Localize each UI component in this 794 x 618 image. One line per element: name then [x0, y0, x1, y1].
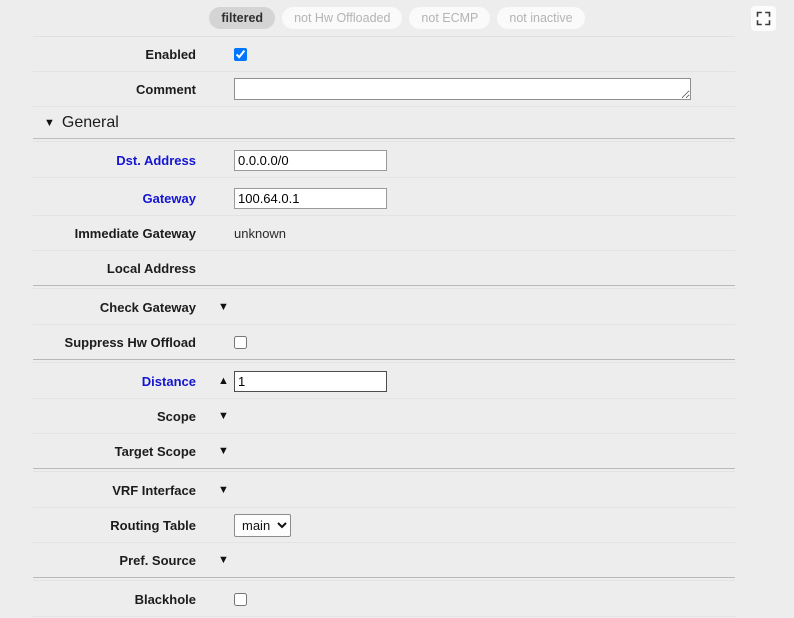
label-dst-address[interactable]: Dst. Address — [33, 153, 196, 168]
row-comment: Comment — [33, 72, 735, 107]
filter-chip-bar: filtered not Hw Offloaded not ECMP not i… — [0, 0, 794, 36]
suppress-hw-offload-checkbox[interactable] — [234, 335, 247, 349]
label-pref-source: Pref. Source — [119, 552, 196, 568]
label-comment: Comment — [136, 81, 196, 97]
row-scope: Scope ▼ — [33, 399, 735, 434]
dst-address-input[interactable] — [234, 149, 387, 171]
row-dst-address: Dst. Address — [33, 143, 735, 178]
control-immediate-gateway: unknown — [234, 220, 286, 246]
label-scope: Scope — [156, 408, 196, 424]
properties-form: Enabled Comment ▼ General Dst. Address 0… — [33, 36, 735, 617]
label-distance[interactable]: Distance — [33, 374, 196, 389]
immediate-gateway-value: unknown — [234, 225, 287, 241]
chevron-up-icon-distance[interactable]: ▲ — [218, 375, 229, 387]
control-distance — [234, 368, 387, 394]
label-vrf-interface: VRF Interface — [112, 482, 196, 498]
row-target-scope: Target Scope ▼ — [33, 434, 735, 472]
filter-chip-filtered[interactable]: filtered — [209, 7, 276, 29]
control-comment — [234, 76, 691, 102]
label-target-scope: Target Scope — [114, 443, 196, 459]
row-distance: Distance ▲ — [33, 364, 735, 399]
control-gateway — [234, 185, 387, 211]
route-properties-panel: filtered not Hw Offloaded not ECMP not i… — [0, 0, 794, 618]
row-pref-source: Pref. Source ▼ — [33, 543, 735, 581]
row-routing-table: Routing Table main — [33, 508, 735, 543]
chevron-down-icon-check-gateway[interactable]: ▼ — [218, 301, 229, 313]
label-blackhole: Blackhole — [134, 591, 196, 607]
row-check-gateway: Check Gateway ▼ — [33, 290, 735, 325]
row-vrf-interface: VRF Interface ▼ — [33, 473, 735, 508]
routing-table-select[interactable]: main — [234, 513, 291, 537]
control-dst-address — [234, 147, 387, 173]
label-gateway[interactable]: Gateway — [33, 191, 196, 206]
enabled-checkbox[interactable] — [234, 47, 247, 61]
control-blackhole — [234, 586, 247, 612]
control-routing-table: main — [234, 512, 291, 538]
row-blackhole: Blackhole — [33, 582, 735, 617]
blackhole-checkbox[interactable] — [234, 592, 247, 606]
label-routing-table: Routing Table — [110, 517, 196, 533]
filter-chip-not-hw-offloaded[interactable]: not Hw Offloaded — [282, 7, 403, 29]
row-suppress-hw-offload: Suppress Hw Offload — [33, 325, 735, 363]
control-suppress-hw-offload — [234, 329, 247, 355]
chevron-down-icon[interactable]: ▼ — [44, 117, 55, 129]
label-enabled: Enabled — [145, 46, 196, 62]
row-local-address: Local Address — [33, 251, 735, 289]
comment-textarea[interactable] — [234, 78, 691, 100]
section-header-general[interactable]: ▼ General — [33, 107, 735, 142]
filter-chip-not-ecmp[interactable]: not ECMP — [409, 7, 491, 29]
label-check-gateway: Check Gateway — [99, 299, 196, 315]
distance-input[interactable] — [234, 370, 387, 392]
chevron-down-icon-vrf-interface[interactable]: ▼ — [218, 484, 229, 496]
chevron-down-icon-pref-source[interactable]: ▼ — [218, 554, 229, 566]
chevron-down-icon-target-scope[interactable]: ▼ — [218, 445, 229, 457]
gateway-input[interactable] — [234, 187, 387, 209]
row-enabled: Enabled — [33, 37, 735, 72]
row-immediate-gateway: Immediate Gateway unknown — [33, 216, 735, 251]
control-enabled — [234, 41, 247, 67]
label-immediate-gateway: Immediate Gateway — [74, 225, 196, 241]
filter-chip-not-inactive[interactable]: not inactive — [497, 7, 585, 29]
label-local-address: Local Address — [106, 260, 196, 276]
chevron-down-icon-scope[interactable]: ▼ — [218, 410, 229, 422]
label-suppress-hw-offload: Suppress Hw Offload — [64, 334, 196, 350]
section-title-general: General — [61, 113, 119, 131]
row-gateway: Gateway — [33, 181, 735, 216]
fullscreen-icon[interactable] — [751, 6, 776, 31]
